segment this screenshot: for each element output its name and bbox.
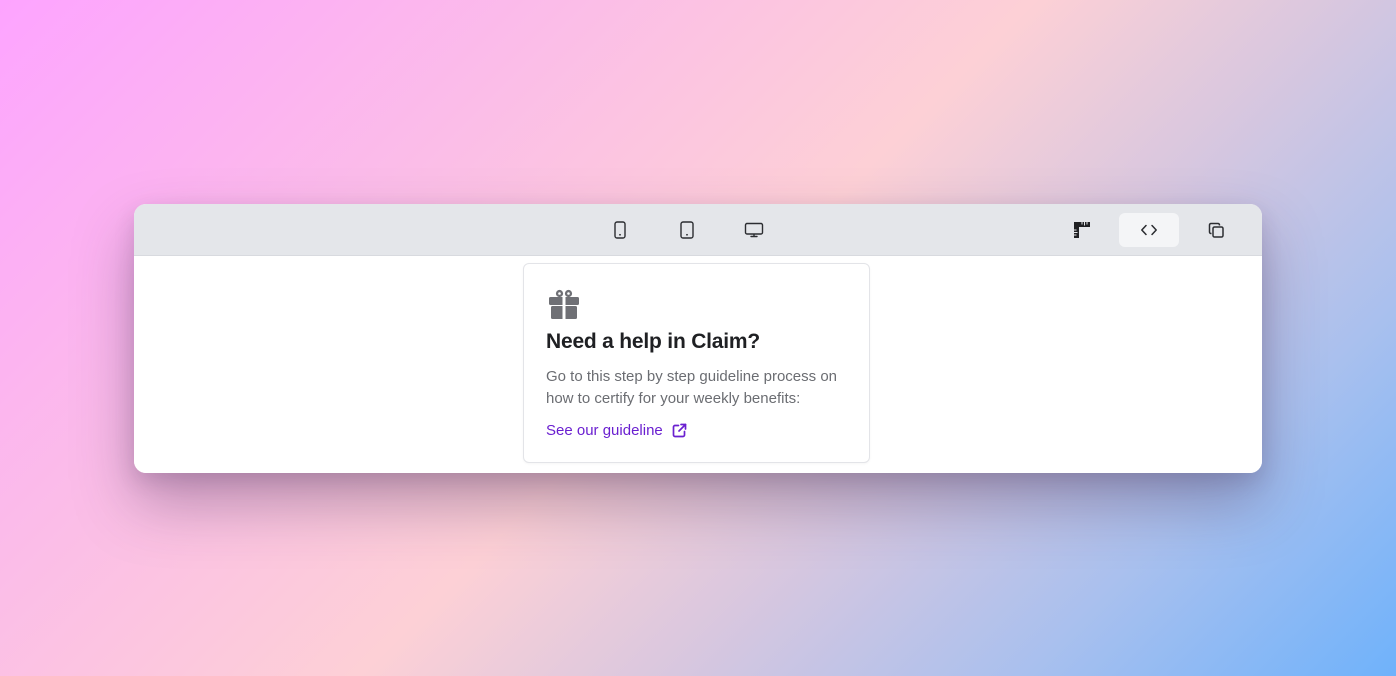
- tablet-view-button[interactable]: [657, 213, 717, 247]
- gift-icon: [549, 289, 579, 319]
- desktop-view-button[interactable]: [724, 213, 784, 247]
- external-link-icon: [672, 423, 687, 438]
- desktop-icon: [744, 222, 764, 238]
- help-card: Need a help in Claim? Go to this step by…: [523, 263, 870, 463]
- code-icon: [1141, 224, 1157, 236]
- guideline-link[interactable]: See our guideline: [546, 422, 687, 439]
- card-description: Go to this step by step guideline proces…: [546, 368, 838, 407]
- mobile-icon: [614, 221, 626, 239]
- preview-canvas: Need a help in Claim? Go to this step by…: [134, 256, 1262, 473]
- guideline-link-label: See our guideline: [546, 422, 663, 439]
- mobile-view-button[interactable]: [590, 213, 650, 247]
- code-view-button[interactable]: [1119, 213, 1179, 247]
- card-title: Need a help in Claim?: [546, 330, 761, 353]
- ruler-icon: [1074, 222, 1090, 238]
- copy-icon: [1208, 222, 1224, 238]
- tablet-icon: [680, 221, 694, 239]
- copy-button[interactable]: [1186, 213, 1246, 247]
- ruler-button[interactable]: [1052, 213, 1112, 247]
- preview-window: Need a help in Claim? Go to this step by…: [134, 204, 1262, 473]
- preview-toolbar: [134, 204, 1262, 256]
